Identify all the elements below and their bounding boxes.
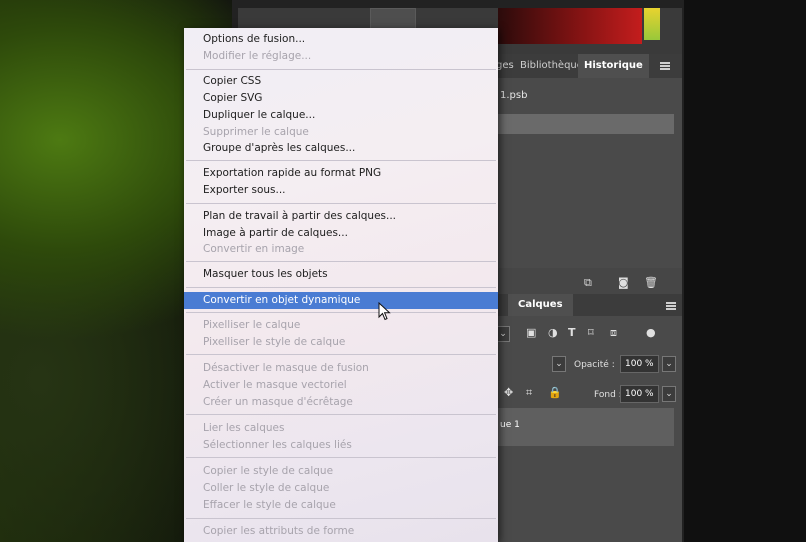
menu-item-pixelliser-le-calque[interactable]: Pixelliser le calque (184, 317, 498, 334)
menu-separator (186, 287, 496, 288)
menu-item-coller-style-calque[interactable]: Coller le style de calque (184, 480, 498, 497)
menu-item-copier-attributs-forme[interactable]: Copier les attributs de forme (184, 523, 498, 540)
image-filter-icon[interactable]: ▣ (526, 326, 536, 339)
menu-item-supprimer-le-calque[interactable]: Supprimer le calque (184, 124, 498, 141)
fill-input[interactable]: 100 % (620, 385, 659, 403)
menu-item-effacer-style-calque[interactable]: Effacer le style de calque (184, 497, 498, 514)
menu-item-exporter-sous[interactable]: Exporter sous... (184, 182, 498, 199)
menu-separator (186, 203, 496, 204)
layer-name: ue 1 (500, 420, 520, 430)
panel-menu-icon[interactable] (660, 62, 670, 70)
menu-item-copier-style-calque[interactable]: Copier le style de calque (184, 463, 498, 480)
menu-item-activer-masque-vectoriel[interactable]: Activer le masque vectoriel (184, 377, 498, 394)
mouse-cursor-icon (378, 302, 391, 321)
lock-all-icon[interactable]: 🔒 (548, 386, 562, 399)
menu-separator (186, 354, 496, 355)
shape-filter-icon[interactable]: ⌑ (588, 326, 594, 339)
menu-item-pixelliser-le-style[interactable]: Pixelliser le style de calque (184, 334, 498, 351)
menu-item-creer-masque-ecretage[interactable]: Créer un masque d'écrêtage (184, 394, 498, 411)
menu-separator (186, 69, 496, 70)
history-footer: ⧉ ◙ 🗑 (496, 268, 682, 296)
fill-label: Fond : (594, 390, 622, 400)
menu-item-dupliquer-le-calque[interactable]: Dupliquer le calque... (184, 107, 498, 124)
menu-separator (186, 518, 496, 519)
menu-item-options-de-fusion[interactable]: Options de fusion... (184, 31, 498, 48)
menu-item-image-a-partir-de-calques[interactable]: Image à partir de calques... (184, 225, 498, 242)
tab-historique[interactable]: Historique (578, 54, 649, 78)
new-layer-icon[interactable]: ⧉ (584, 276, 592, 290)
color-gradient[interactable] (498, 8, 642, 44)
history-panel-tabs: ges Bibliothèque Historique (496, 54, 682, 78)
menu-item-desactiver-masque-fusion[interactable]: Désactiver le masque de fusion (184, 360, 498, 377)
menu-separator (186, 261, 496, 262)
layers-panel-tabs: Calques (496, 294, 682, 316)
menu-item-lier-les-calques[interactable]: Lier les calques (184, 420, 498, 437)
smart-object-filter-icon[interactable]: ⧈ (610, 326, 617, 340)
type-filter-icon[interactable]: T (568, 326, 576, 339)
lock-fill-row: ✥ ⌗ 🔒 Fond : 100 % ⌄ (496, 382, 682, 404)
blend-opacity-row: ⌄ Opacité : 100 % ⌄ (496, 352, 682, 374)
artboard-lock-icon[interactable]: ⌗ (526, 386, 532, 400)
menu-separator (186, 457, 496, 458)
camera-icon[interactable]: ◙ (618, 276, 629, 289)
tab-bibliotheque[interactable]: Bibliothèque (520, 60, 583, 71)
menu-item-plan-de-travail[interactable]: Plan de travail à partir des calques... (184, 208, 498, 225)
opacity-input[interactable]: 100 % (620, 355, 659, 373)
menu-item-copier-svg[interactable]: Copier SVG (184, 90, 498, 107)
layers-panel: ⌄ ▣ ◑ T ⌑ ⧈ ● ⌄ Opacité : 100 % ⌄ ✥ ⌗ 🔒 … (496, 316, 682, 542)
menu-item-exportation-rapide-png[interactable]: Exportation rapide au format PNG (184, 165, 498, 182)
move-lock-icon[interactable]: ✥ (504, 386, 513, 399)
menu-separator (186, 414, 496, 415)
tab-partial[interactable]: ges (496, 60, 514, 71)
color-ramp[interactable] (644, 8, 660, 40)
menu-item-copier-css[interactable]: Copier CSS (184, 73, 498, 90)
filter-kind-select[interactable]: ⌄ (496, 326, 510, 342)
opacity-label: Opacité : (574, 360, 615, 370)
menu-item-selectionner-calques-lies[interactable]: Sélectionner les calques liés (184, 437, 498, 454)
menu-item-masquer-tous-les-objets[interactable]: Masquer tous les objets (184, 266, 498, 283)
layer-filter-row: ⌄ ▣ ◑ T ⌑ ⧈ ● (496, 322, 682, 344)
layer-row[interactable]: ue 1 (496, 408, 674, 446)
filter-toggle-icon[interactable]: ● (646, 326, 656, 339)
adjustment-filter-icon[interactable]: ◑ (548, 326, 558, 339)
blend-mode-select[interactable]: ⌄ (552, 356, 566, 372)
layer-context-menu: Options de fusion... Modifier le réglage… (184, 28, 498, 542)
menu-item-convertir-en-image[interactable]: Convertir en image (184, 241, 498, 258)
fill-dropdown[interactable]: ⌄ (662, 386, 676, 402)
history-snapshot-name[interactable]: 1.psb (500, 90, 527, 101)
history-panel: 1.psb (496, 78, 682, 278)
menu-separator (186, 160, 496, 161)
panel-menu-icon[interactable] (666, 302, 676, 310)
menu-item-convertir-en-objet-dynamique[interactable]: Convertir en objet dynamique (184, 292, 498, 309)
tab-calques[interactable]: Calques (508, 294, 573, 316)
history-state-row[interactable] (496, 114, 674, 134)
menu-item-modifier-le-reglage[interactable]: Modifier le réglage... (184, 48, 498, 65)
menu-item-groupe-apres-calques[interactable]: Groupe d'après les calques... (184, 140, 498, 157)
trash-icon[interactable]: 🗑 (644, 276, 658, 289)
opacity-dropdown[interactable]: ⌄ (662, 356, 676, 372)
menu-separator (186, 312, 496, 313)
